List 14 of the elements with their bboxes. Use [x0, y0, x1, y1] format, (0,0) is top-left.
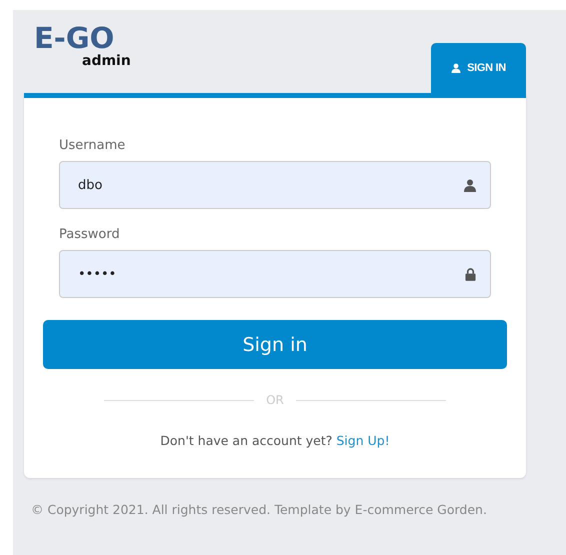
field-label: Password	[59, 227, 121, 242]
user-icon	[451, 63, 462, 73]
field-label: Username	[59, 138, 126, 153]
username-field[interactable]: dbo	[59, 161, 491, 209]
lock-icon	[465, 268, 476, 280]
sign-in-tab[interactable]: SIGN IN	[431, 43, 526, 93]
signup-prompt: Don't have an account yet?	[160, 433, 332, 448]
sign-up-link[interactable]: Sign Up!	[336, 433, 390, 448]
sign-in-button[interactable]: Sign in	[43, 320, 507, 369]
copyright-text: © Copyright 2021. All rights reserved. Template by E-commerce Gorden.	[30, 501, 488, 517]
user-icon	[464, 178, 476, 192]
password-field[interactable]: •••••	[59, 250, 491, 298]
logo-subtitle: admin	[81, 53, 131, 69]
logo-title: E-GO	[34, 23, 114, 53]
